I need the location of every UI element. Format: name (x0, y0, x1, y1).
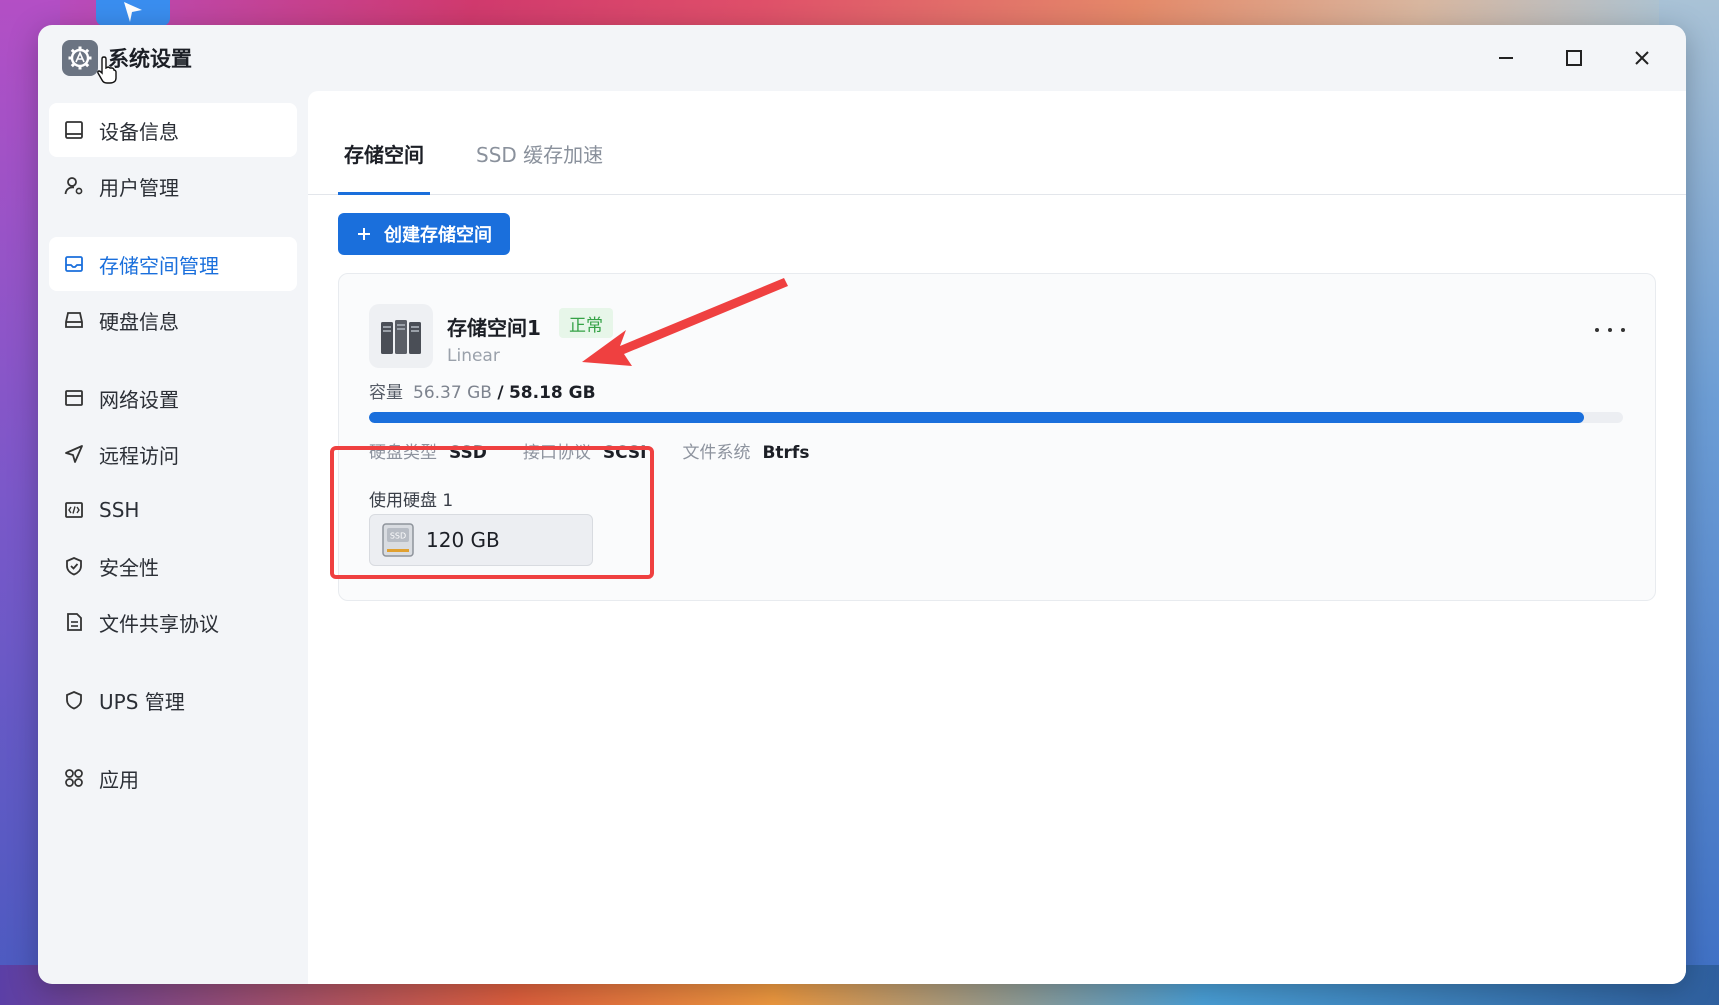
sidebar-item-file-sharing[interactable]: 文件共享协议 (49, 595, 297, 649)
code-icon (63, 499, 85, 521)
sidebar-item-label: 文件共享协议 (99, 611, 219, 636)
sidebar-item-label: 存储空间管理 (99, 253, 219, 278)
settings-app-icon (62, 40, 98, 76)
storage-icon (63, 253, 85, 275)
sidebar-item-ssh[interactable]: SSH (49, 483, 297, 537)
sidebar-item-label: 远程访问 (99, 443, 179, 468)
sidebar-item-ups[interactable]: UPS 管理 (49, 673, 297, 727)
sidebar-item-label: 网络设置 (99, 387, 179, 412)
create-storage-label: 创建存储空间 (384, 225, 492, 245)
sidebar-item-disk-info[interactable]: 硬盘信息 (49, 293, 297, 347)
close-icon (1635, 51, 1649, 65)
sidebar-item-label: SSH (99, 498, 140, 522)
shield-icon (63, 689, 85, 711)
pool-name: 存储空间1 (447, 316, 541, 340)
capacity-label: 容量 (369, 383, 403, 403)
pool-type: Linear (447, 346, 500, 366)
capacity-progress-bar (369, 412, 1623, 423)
sidebar-item-network[interactable]: 网络设置 (49, 371, 297, 425)
tab-ssd-cache[interactable]: SSD 缓存加速 (470, 139, 609, 194)
hand-cursor-icon (97, 56, 117, 84)
sidebar-item-apps[interactable]: 应用 (49, 751, 297, 805)
hard-disk-icon (63, 309, 85, 331)
title-bar: 系统设置 (38, 25, 1686, 91)
sidebar-item-device-info[interactable]: 设备信息 (49, 103, 297, 157)
sidebar-item-user-management[interactable]: 用户管理 (49, 159, 297, 213)
minimize-icon (1499, 57, 1513, 59)
capacity-used: 56.37 GB (413, 383, 492, 403)
minimize-button[interactable] (1472, 37, 1540, 79)
sidebar-item-security[interactable]: 安全性 (49, 539, 297, 593)
sidebar-item-label: UPS 管理 (99, 689, 185, 714)
server-rack-icon (369, 304, 433, 368)
shield-check-icon (63, 555, 85, 577)
maximize-button[interactable] (1540, 37, 1608, 79)
annotation-highlight-box (330, 446, 654, 579)
more-options-button[interactable] (1595, 320, 1625, 340)
create-storage-button[interactable]: 创建存储空间 (338, 213, 510, 255)
sidebar-item-remote-access[interactable]: 远程访问 (49, 427, 297, 481)
send-icon (63, 443, 85, 465)
annotation-arrow-icon (582, 278, 788, 366)
sidebar-item-label: 用户管理 (99, 175, 179, 200)
document-icon (63, 611, 85, 633)
close-button[interactable] (1608, 37, 1676, 79)
sidebar-item-label: 安全性 (99, 555, 159, 580)
capacity-separator: / (497, 383, 504, 403)
tab-bar: 存储空间 SSD 缓存加速 (308, 91, 1686, 195)
sidebar-item-label: 应用 (99, 767, 139, 792)
filesystem-label: 文件系统 (682, 443, 751, 463)
tab-storage-space[interactable]: 存储空间 (338, 139, 430, 195)
desktop-app-icon[interactable] (96, 0, 170, 26)
filesystem-value: Btrfs (762, 443, 810, 463)
plus-icon (358, 228, 370, 240)
sidebar: 设备信息 用户管理 存储空间管理 硬盘信息 网络设置 远程访问 SSH 安全性 … (38, 91, 308, 984)
window-title: 系统设置 (108, 47, 192, 71)
maximize-icon (1566, 50, 1582, 66)
settings-window: 系统设置 设备信息 用户管理 存储空间管理 硬盘信息 网络设置 远程访问 SSH… (38, 25, 1686, 984)
apps-icon (63, 767, 85, 789)
sidebar-item-storage-management[interactable]: 存储空间管理 (49, 237, 297, 291)
window-controls (1472, 37, 1676, 79)
network-icon (63, 387, 85, 409)
sidebar-item-label: 设备信息 (99, 119, 179, 144)
device-icon (63, 119, 85, 141)
sidebar-item-label: 硬盘信息 (99, 309, 179, 334)
capacity-progress-fill (369, 412, 1585, 423)
user-settings-icon (63, 175, 85, 197)
